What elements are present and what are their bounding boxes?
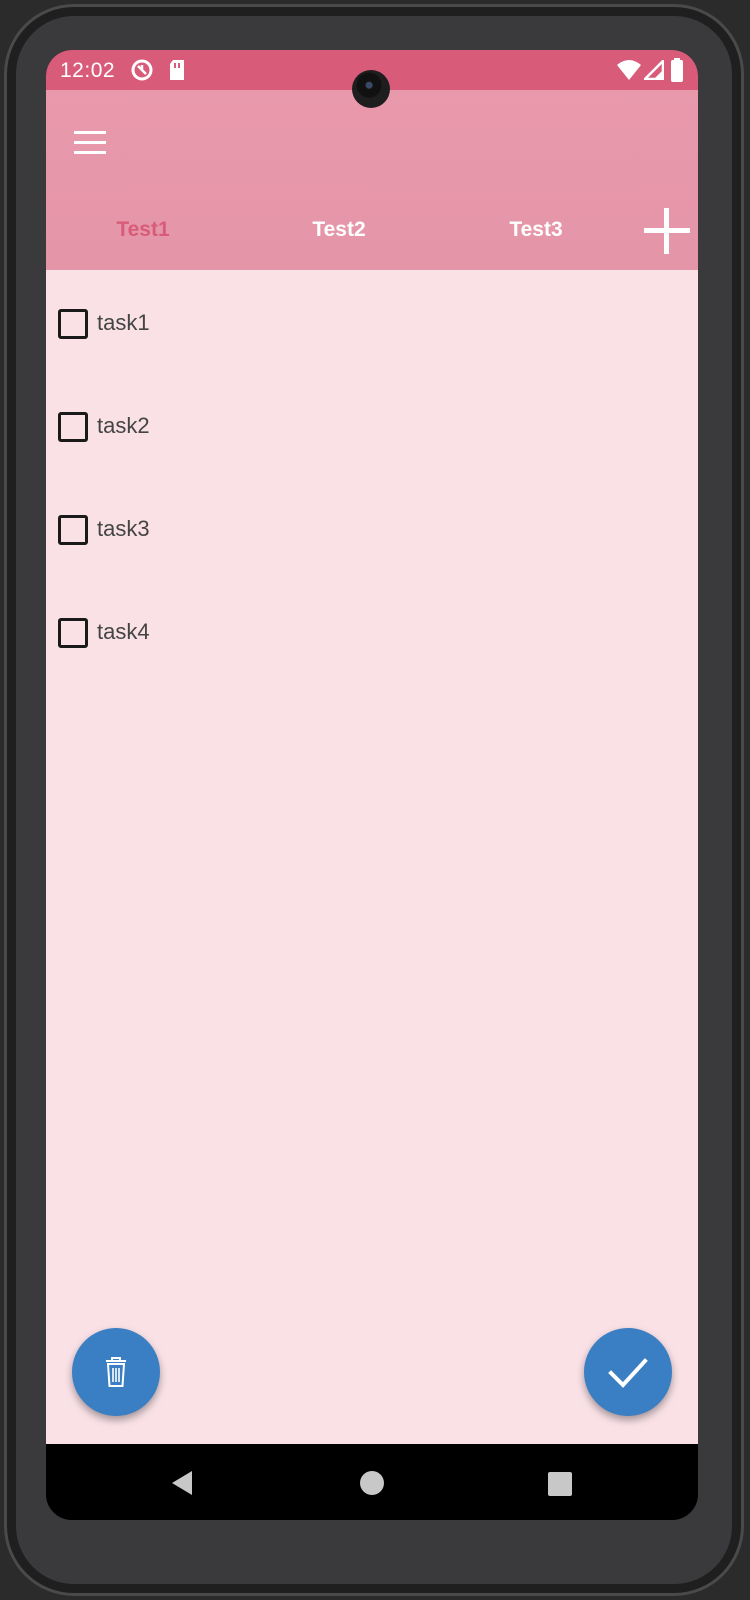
front-camera [352,70,390,108]
task-list: task1 task2 task3 task4 [46,270,698,1444]
task-checkbox[interactable] [58,412,88,442]
hamburger-menu-icon[interactable] [66,122,114,164]
status-time: 12:02 [60,59,116,82]
signal-icon [643,59,665,85]
tab-test2[interactable]: Test2 [244,218,434,242]
task-label: task1 [97,310,150,335]
trash-icon [106,1357,126,1387]
plus-icon[interactable] [642,206,692,256]
confirm-button[interactable] [584,1328,672,1416]
phone-frame: 12:02 Test1 Test2 Test3 task1 task2 task… [4,4,744,1596]
task-checkbox[interactable] [58,618,88,648]
screen: 12:02 Test1 Test2 Test3 task1 task2 task… [46,50,698,1520]
list-item: task1 [56,304,456,344]
sd-card-icon [168,58,186,87]
recents-icon[interactable] [548,1472,572,1501]
battery-icon [670,58,684,87]
list-item: task3 [56,510,456,550]
delete-button[interactable] [72,1328,160,1416]
checkmark-icon [608,1358,648,1388]
task-label: task2 [97,413,150,438]
task-checkbox[interactable] [58,309,88,339]
app-bar: Test1 Test2 Test3 [46,90,698,270]
task-checkbox[interactable] [58,515,88,545]
home-icon[interactable] [360,1471,384,1500]
back-icon[interactable] [170,1470,194,1501]
list-item: task2 [56,407,456,447]
task-label: task3 [97,516,150,541]
data-saver-icon [130,58,154,87]
navigation-bar [46,1444,698,1520]
wifi-icon [616,59,642,86]
list-item: task4 [56,613,456,653]
task-label: task4 [97,619,150,644]
tab-test3[interactable]: Test3 [441,218,631,242]
tab-test1[interactable]: Test1 [48,218,238,242]
